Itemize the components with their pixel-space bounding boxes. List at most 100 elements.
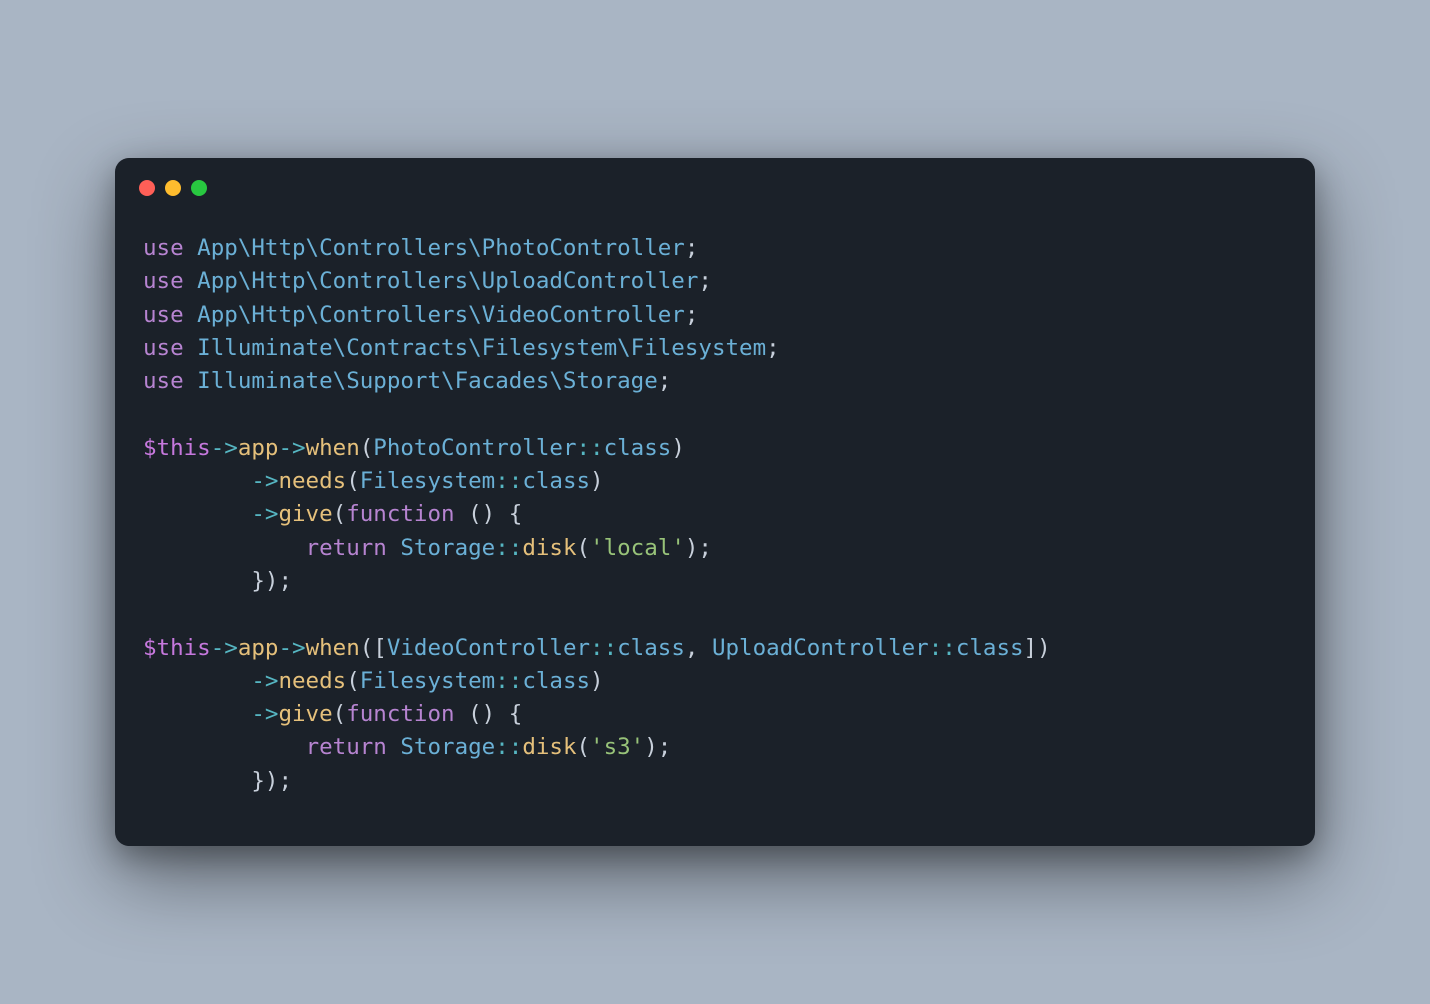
method-needs: needs	[278, 468, 346, 494]
window-titlebar	[115, 158, 1315, 196]
method-when: when	[306, 635, 360, 661]
lparen: (	[333, 701, 347, 727]
keyword-function: function	[346, 501, 454, 527]
lparen: (	[577, 535, 591, 561]
rparen-semi: );	[644, 734, 671, 760]
class-constant: class	[617, 635, 685, 661]
method-give: give	[278, 701, 332, 727]
class-photo: PhotoController	[373, 435, 576, 461]
lbracket: [	[373, 635, 387, 661]
namespace: App\Http\Controllers\UploadController	[184, 268, 699, 294]
lparen: (	[346, 468, 360, 494]
class-constant: class	[604, 435, 672, 461]
keyword-return: return	[306, 734, 387, 760]
close-icon[interactable]	[139, 180, 155, 196]
rparen: )	[590, 468, 604, 494]
variable-this: $this	[143, 635, 211, 661]
rparen: )	[482, 701, 496, 727]
namespace: App\Http\Controllers\PhotoController	[184, 235, 685, 261]
indent	[143, 668, 251, 694]
double-colon: ::	[577, 435, 604, 461]
minimize-icon[interactable]	[165, 180, 181, 196]
keyword-return: return	[306, 535, 387, 561]
space	[495, 701, 509, 727]
class-storage: Storage	[400, 734, 495, 760]
double-colon: ::	[929, 635, 956, 661]
space	[455, 701, 469, 727]
keyword-function: function	[346, 701, 454, 727]
code-block: use App\Http\Controllers\PhotoController…	[115, 196, 1315, 846]
method-disk: disk	[522, 535, 576, 561]
rparen: )	[590, 668, 604, 694]
space	[495, 501, 509, 527]
namespace: App\Http\Controllers\VideoController	[184, 302, 685, 328]
lparen: (	[333, 501, 347, 527]
keyword-use: use	[143, 368, 184, 394]
arrow-operator: ->	[211, 635, 238, 661]
string-local: 'local'	[590, 535, 685, 561]
double-colon: ::	[590, 635, 617, 661]
variable-this: $this	[143, 435, 211, 461]
method-needs: needs	[278, 668, 346, 694]
close-brace-paren-semi: });	[251, 768, 292, 794]
lbrace: {	[509, 501, 523, 527]
class-storage: Storage	[400, 535, 495, 561]
double-colon: ::	[495, 535, 522, 561]
indent	[143, 734, 306, 760]
arrow-operator: ->	[278, 635, 305, 661]
indent	[143, 768, 251, 794]
double-colon: ::	[495, 468, 522, 494]
close-brace-paren-semi: });	[251, 568, 292, 594]
semicolon: ;	[685, 235, 699, 261]
semicolon: ;	[766, 335, 780, 361]
lparen: (	[360, 635, 374, 661]
arrow-operator: ->	[251, 668, 278, 694]
space	[387, 535, 401, 561]
rparen: )	[671, 435, 685, 461]
keyword-use: use	[143, 235, 184, 261]
double-colon: ::	[495, 734, 522, 760]
rbracket: ]	[1024, 635, 1038, 661]
string-s3: 's3'	[590, 734, 644, 760]
lparen: (	[468, 701, 482, 727]
namespace: Illuminate\Contracts\Filesystem\Filesyst…	[184, 335, 766, 361]
lparen: (	[360, 435, 374, 461]
class-constant: class	[522, 468, 590, 494]
lparen: (	[468, 501, 482, 527]
class-video: VideoController	[387, 635, 590, 661]
lparen: (	[577, 734, 591, 760]
indent	[143, 568, 251, 594]
space	[387, 734, 401, 760]
double-colon: ::	[495, 668, 522, 694]
arrow-operator: ->	[211, 435, 238, 461]
indent	[143, 501, 251, 527]
property-app: app	[238, 635, 279, 661]
comma: ,	[685, 635, 712, 661]
namespace: Illuminate\Support\Facades\Storage	[184, 368, 658, 394]
keyword-use: use	[143, 335, 184, 361]
rparen: )	[1037, 635, 1051, 661]
rparen-semi: );	[685, 535, 712, 561]
lparen: (	[346, 668, 360, 694]
space	[455, 501, 469, 527]
method-give: give	[278, 501, 332, 527]
indent	[143, 535, 306, 561]
indent	[143, 701, 251, 727]
code-window: use App\Http\Controllers\PhotoController…	[115, 158, 1315, 846]
class-upload: UploadController	[712, 635, 929, 661]
class-filesystem: Filesystem	[360, 468, 495, 494]
method-disk: disk	[522, 734, 576, 760]
fullscreen-icon[interactable]	[191, 180, 207, 196]
keyword-use: use	[143, 302, 184, 328]
rparen: )	[482, 501, 496, 527]
method-when: when	[306, 435, 360, 461]
semicolon: ;	[685, 302, 699, 328]
arrow-operator: ->	[251, 501, 278, 527]
keyword-use: use	[143, 268, 184, 294]
class-constant: class	[956, 635, 1024, 661]
class-constant: class	[522, 668, 590, 694]
arrow-operator: ->	[251, 701, 278, 727]
lbrace: {	[509, 701, 523, 727]
property-app: app	[238, 435, 279, 461]
semicolon: ;	[658, 368, 672, 394]
